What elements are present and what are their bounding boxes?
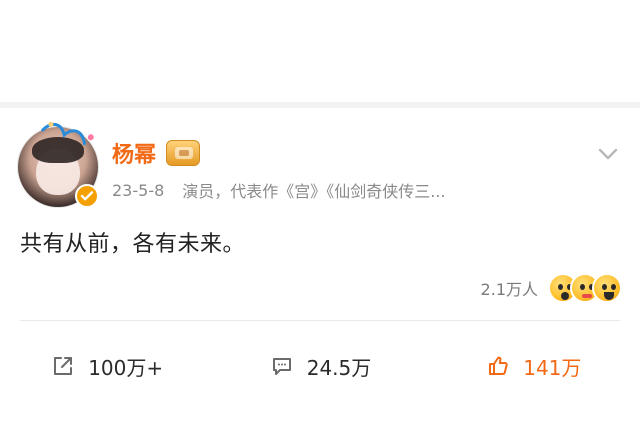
top-blank-area [0,0,640,102]
share-button[interactable]: 100万+ [0,321,213,411]
post-meta: 23-5-8 演员，代表作《宫》《仙剑奇侠传三... [112,178,612,202]
like-count: 141万 [523,355,582,380]
like-button[interactable]: 141万 [427,321,640,411]
emoji-mouth [582,294,592,298]
emoji-mouth [561,292,569,300]
post-text: 共有从前，各有未来。 [20,232,246,257]
vip-crown-icon[interactable] [166,140,201,166]
emoji-eyes [602,284,616,290]
verified-badge-icon [75,184,99,208]
avatar-container[interactable] [17,121,99,208]
reaction-emojis [548,273,622,303]
comment-icon [269,353,295,379]
laugh-emoji-icon [592,273,622,303]
share-icon [50,353,76,379]
share-count: 100万+ [88,355,164,380]
emoji-mouth [604,292,614,300]
post-actions: 100万+ 24.5万 141万 [0,321,640,411]
reaction-count: 2.1万人 [480,280,538,299]
weibo-post-card: 杨幂 23-5-8 演员，代表作《宫》《仙剑奇侠传三... 共有从前，各有未来。… [0,108,640,445]
comment-count: 24.5万 [306,355,372,380]
user-name[interactable]: 杨幂 [112,137,156,169]
chevron-down-icon[interactable] [594,140,622,168]
post-source: 演员，代表作《宫》《仙剑奇侠传三... [182,182,446,201]
post-date: 23-5-8 [112,180,165,200]
user-name-row: 杨幂 [112,137,201,169]
reaction-summary[interactable]: 2.1万人 [481,272,622,304]
vip-crown-shape [166,140,201,166]
comment-button[interactable]: 24.5万 [213,321,426,411]
thumbs-up-icon [485,353,511,379]
